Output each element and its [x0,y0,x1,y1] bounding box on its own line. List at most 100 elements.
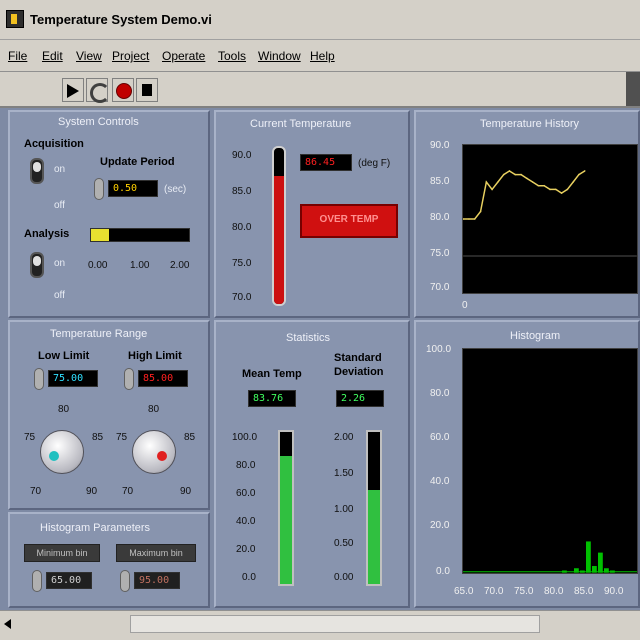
menu-view[interactable]: View [76,49,102,63]
thermo-tick: 85.0 [232,186,252,197]
menu-edit[interactable]: Edit [42,49,63,63]
temperature-point [531,181,534,183]
scroll-thumb[interactable] [130,615,540,633]
temperature-point [508,170,511,172]
low-limit-stepper[interactable] [34,368,44,390]
high-limit-stepper[interactable] [124,368,134,390]
acquisition-off-label: off [54,200,65,211]
temperature-point [520,173,522,176]
menu-operate[interactable]: Operate [162,49,205,63]
temperature-point [514,173,517,176]
analysis-off-label: off [54,290,65,301]
histogram-section: Histogram 100.0 80.0 60.0 40.0 20.0 0.0 … [414,320,640,608]
window-title: Temperature System Demo.vi [30,12,212,27]
run-arrow-icon[interactable] [62,78,84,102]
high-knob-tick: 80 [148,404,160,415]
analysis-slider-fill[interactable] [91,229,109,241]
std-dev-bar-fill [368,489,380,584]
histogram-bar [604,568,609,573]
temperature-point [468,218,470,220]
update-period-unit: (sec) [164,184,187,195]
mean-temp-bar-fill [280,456,292,584]
std-scale-tick: 2.00 [334,432,354,443]
min-bin-stepper[interactable] [32,570,42,592]
std-scale-tick: 1.00 [334,504,354,515]
menu-tools[interactable]: Tools [218,49,246,63]
thermometer-indicator [272,146,286,306]
std-scale-tick: 0.50 [334,538,354,549]
mean-scale-tick: 100.0 [232,432,258,443]
low-limit-label: Low Limit [38,350,90,362]
std-scale-tick: 1.50 [334,468,354,479]
temperature-history-section: Temperature History 90.0 85.0 80.0 75.0 … [414,110,640,318]
toolbar [0,72,640,108]
menu-bar: File Edit View Project Operate Tools Win… [0,40,640,72]
run-continuously-icon[interactable] [86,78,110,103]
update-period-stepper[interactable] [94,178,104,200]
max-bin-stepper[interactable] [120,570,130,592]
histogram-bar [574,568,579,573]
histogram-y-tick: 20.0 [430,520,450,531]
histogram-x-tick: 85.0 [574,586,594,597]
high-knob-tick: 85 [184,432,196,443]
temperature-point [566,188,569,191]
update-period-label: Update Period [100,156,175,168]
low-knob-tick: 70 [30,486,42,497]
temperature-point [543,184,546,187]
temperature-point [473,218,476,220]
std-dev-value: 2.26 [336,390,384,407]
high-limit-field[interactable]: 85.00 [138,370,188,387]
mean-scale-tick: 20.0 [236,544,256,555]
scroll-left-icon[interactable] [4,619,11,629]
histogram-y-tick: 0.0 [436,566,450,577]
current-temperature-section: Current Temperature 90.0 85.0 80.0 75.0 … [214,110,410,318]
minimum-bin-button[interactable]: Minimum bin [24,544,100,562]
temperature-point [578,173,580,176]
update-period-field[interactable]: 0.50 [108,180,158,197]
low-limit-field[interactable]: 75.00 [48,370,98,387]
menu-help[interactable]: Help [310,49,335,63]
maximum-bin-button[interactable]: Maximum bin [116,544,196,562]
min-bin-field[interactable]: 65.00 [46,572,92,589]
section-title: Statistics [286,332,331,344]
temperature-history-plot [462,144,638,294]
max-bin-field[interactable]: 95.00 [134,572,180,589]
temperature-point [497,181,499,183]
analysis-tick-1: 1.00 [130,260,150,271]
analysis-label: Analysis [24,228,70,240]
pause-icon[interactable] [136,78,158,102]
menu-window[interactable]: Window [258,49,301,63]
mean-scale-tick: 80.0 [236,460,256,471]
histogram-x-tick: 75.0 [514,586,534,597]
histogram-bar [562,570,567,573]
acquisition-switch[interactable] [30,158,44,184]
statistics-section: Statistics Mean Temp Standard Deviation … [214,320,410,608]
histogram-y-tick: 40.0 [430,476,450,487]
std-dev-bar [366,430,382,586]
std-scale-tick: 0.00 [334,572,354,583]
section-title: Histogram [510,330,561,342]
temperature-point [526,177,528,180]
low-knob-tick: 75 [24,432,36,443]
thermo-tick: 90.0 [232,150,252,161]
history-y-tick: 70.0 [430,282,450,293]
high-limit-knob[interactable] [132,430,176,474]
temperature-point [502,173,505,176]
abort-stop-icon[interactable] [112,78,134,102]
temperature-point [479,210,482,213]
menu-file[interactable]: File [8,49,27,63]
temperature-point [583,170,586,172]
mean-temp-label: Mean Temp [242,368,302,380]
menu-project[interactable]: Project [112,49,149,63]
mean-temp-bar [278,430,294,586]
horizontal-scrollbar[interactable] [0,610,640,640]
acquisition-on-label: on [54,164,66,175]
thermo-tick: 80.0 [232,222,252,233]
temperature-point [491,188,493,191]
low-limit-knob[interactable] [40,430,84,474]
temperature-point [485,181,488,183]
analysis-slider[interactable] [90,228,190,242]
high-knob-tick: 90 [180,486,192,497]
analysis-switch[interactable] [30,252,44,278]
histogram-bar [586,541,591,573]
